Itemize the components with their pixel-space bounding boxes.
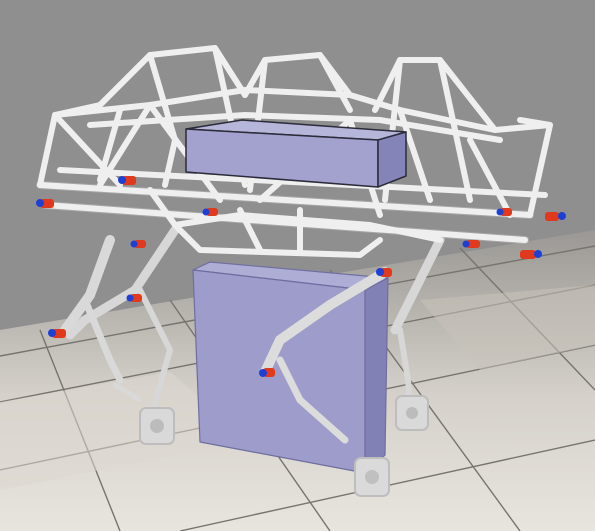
- actuator: [545, 212, 566, 221]
- actuator: [496, 208, 512, 216]
- actuator: [126, 294, 142, 302]
- actuator: [118, 176, 136, 185]
- actuator: [130, 240, 146, 248]
- actuator: [202, 208, 218, 216]
- simulation-viewport[interactable]: [0, 0, 595, 531]
- actuator: [376, 268, 392, 277]
- actuator: [48, 329, 66, 338]
- actuator: [462, 240, 480, 248]
- actuator: [520, 250, 542, 259]
- actuator: [36, 199, 54, 208]
- payload-box-front: [192, 261, 389, 474]
- robot-scene: [0, 0, 595, 531]
- actuator: [259, 368, 275, 377]
